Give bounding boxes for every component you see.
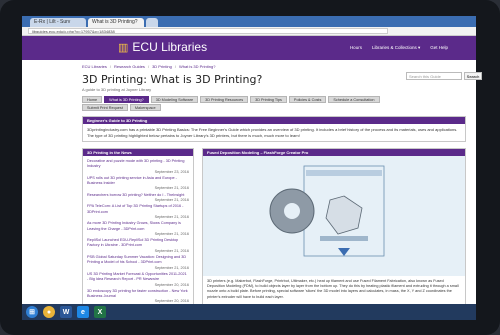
printer-illustration — [269, 165, 385, 257]
news-list: Decorative and puzzle mode with 3D print… — [83, 156, 193, 309]
search-input[interactable]: Search this Guide — [406, 72, 462, 80]
news-link[interactable]: Decorative and puzzle mode with 3D print… — [87, 159, 185, 168]
guide-search: Search this Guide Search — [406, 72, 482, 80]
news-date: September 21, 2016 — [154, 231, 189, 236]
news-item[interactable]: RepliSol Launched EDU-RepliSol 3D Printi… — [87, 238, 189, 254]
get-help-link[interactable]: Get Help — [430, 45, 448, 51]
news-link[interactable]: US 3D Printing Market Forecast & Opportu… — [87, 272, 187, 281]
chrome-icon[interactable]: ● — [43, 306, 55, 318]
fdm-caption: 3D printers (e.g. Makerbot, FlashForge, … — [207, 279, 459, 299]
search-button[interactable]: Search — [464, 72, 482, 80]
tab-home[interactable]: Home — [82, 96, 103, 103]
down-arrow-icon — [338, 248, 350, 256]
box-text: 3Dprintingindustry.com has a printable 3… — [87, 127, 458, 138]
libraries-collections-link[interactable]: Libraries & Collections ▾ — [372, 45, 420, 51]
news-date: September 21, 2016 — [154, 265, 189, 270]
breadcrumb: ECU Libraries / Research Guides/ 3D Print… — [82, 64, 466, 69]
news-date: September 21, 2016 — [154, 214, 189, 219]
explorer-icon[interactable]: e — [77, 306, 89, 318]
news-link[interactable]: PSB Global Saturday Summer Vacation: Des… — [87, 255, 186, 264]
fdm-box: Fused Deposition Modeling – FlashForge C… — [202, 148, 466, 310]
word-icon[interactable]: W — [60, 306, 72, 318]
build-plate — [320, 236, 368, 241]
news-item[interactable]: Researchers borrow 3D printing? Neither … — [87, 193, 189, 204]
news-date: September 20, 2016 — [154, 282, 189, 287]
breadcrumb-item[interactable]: Research Guides — [114, 64, 145, 69]
breadcrumb-separator: / — [174, 64, 176, 69]
box-title: Beginner's Guide to 3D Printing — [83, 117, 465, 124]
breadcrumb-item[interactable]: ECU Libraries — [82, 64, 107, 69]
main-content: ECU Libraries / Research Guides/ 3D Print… — [22, 60, 476, 316]
news-date: September 21, 2016 — [154, 198, 189, 203]
tab-schedule-consultation[interactable]: Schedule a Consultation — [328, 96, 380, 103]
news-item[interactable]: Decorative and puzzle mode with 3D print… — [87, 159, 189, 175]
news-item[interactable]: US 3D Printing Market Forecast & Opportu… — [87, 272, 189, 288]
excel-icon[interactable]: X — [94, 306, 106, 318]
printer-gantry — [306, 170, 382, 176]
guide-nav-tabs: Home What is 3D Printing? 3D Modeling So… — [82, 96, 422, 111]
tab-what-is-3d-printing[interactable]: What is 3D Printing? — [104, 96, 149, 103]
hours-link[interactable]: Hours — [350, 45, 362, 51]
site-header: ▥ ECU Libraries Hours Libraries & Collec… — [22, 36, 476, 60]
spool-hub — [284, 203, 300, 219]
ecu-logo-icon: ▥ — [118, 41, 129, 54]
news-link[interactable]: As more 3D Printing Industry Grows, Slow… — [87, 221, 181, 230]
news-link[interactable]: RepliSol Launched EDU-RepliSol 3D Printi… — [87, 238, 178, 247]
two-column-layout: 3D Printing in the News Decorative and p… — [82, 148, 466, 316]
news-link[interactable]: FPA TeleCom: A List of Top 3D Printing S… — [87, 204, 183, 213]
news-link[interactable]: 3D endoscopy 3D printing for faster cons… — [87, 289, 188, 298]
news-date: September 21, 2016 — [154, 248, 189, 253]
taskbar: ⊞ ● W e X — [22, 304, 476, 320]
logo-text: ECU Libraries — [132, 40, 208, 54]
tab-3d-modeling-software[interactable]: 3D Modeling Software — [150, 96, 199, 103]
browser-tab-active[interactable]: What is 3D Printing? — [88, 18, 144, 27]
tab-submit-print-request[interactable]: Submit Print Request — [82, 104, 128, 111]
news-item[interactable]: As more 3D Printing Industry Grows, Slow… — [87, 221, 189, 237]
news-item[interactable]: 3D endoscopy 3D printing for faster cons… — [87, 289, 189, 305]
url-field[interactable]: libguides.ecu.edu/c.php?g=17957&p=183483… — [28, 28, 388, 34]
browser-tab[interactable] — [146, 18, 158, 27]
start-icon[interactable]: ⊞ — [26, 306, 38, 318]
printed-object — [325, 195, 363, 235]
news-item[interactable]: UPS rolls out 3D printing service in Asi… — [87, 176, 189, 192]
news-item[interactable]: FPA TeleCom: A List of Top 3D Printing S… — [87, 204, 189, 220]
breadcrumb-item: What is 3D Printing? — [178, 64, 216, 69]
page-subtitle: A guide to 3D printing at Joyner Library — [82, 87, 152, 92]
tab-makerspace[interactable]: Makerspace — [129, 104, 161, 111]
box-title: 3D Printing in the News — [83, 149, 193, 156]
news-link[interactable]: UPS rolls out 3D printing service in Asi… — [87, 176, 177, 185]
news-link[interactable]: Researchers borrow 3D printing? Neither … — [87, 193, 184, 197]
tab-3d-printing-resources[interactable]: 3D Printing Resources — [200, 96, 249, 103]
browser-tab-bar: E-Rx | Lilt - Surv What is 3D Printing? — [22, 16, 476, 27]
news-item[interactable]: PSB Global Saturday Summer Vacation: Des… — [87, 255, 189, 271]
site-logo[interactable]: ▥ ECU Libraries — [118, 40, 207, 54]
tab-3d-printing-tips[interactable]: 3D Printing Tips — [250, 96, 287, 103]
browser-tab[interactable]: E-Rx | Lilt - Surv — [30, 18, 86, 27]
breadcrumb-separator: / — [147, 64, 150, 69]
header-links: Hours Libraries & Collections ▾ Get Help — [350, 45, 448, 51]
screen: E-Rx | Lilt - Surv What is 3D Printing? … — [22, 16, 476, 320]
news-date: September 21, 2016 — [154, 186, 189, 191]
address-bar: libguides.ecu.edu/c.php?g=17957&p=183483… — [22, 27, 476, 36]
fdm-printer-diagram — [203, 156, 465, 276]
beginner-guide-box: Beginner's Guide to 3D Printing 3Dprinti… — [82, 116, 466, 142]
box-title: Fused Deposition Modeling – FlashForge C… — [203, 149, 465, 156]
breadcrumb-item[interactable]: 3D Printing — [152, 64, 172, 69]
news-date: September 23, 2016 — [154, 169, 189, 174]
breadcrumb-separator: / — [109, 64, 112, 69]
tab-policies-costs[interactable]: Policies & Costs — [288, 96, 327, 103]
news-box: 3D Printing in the News Decorative and p… — [82, 148, 194, 310]
